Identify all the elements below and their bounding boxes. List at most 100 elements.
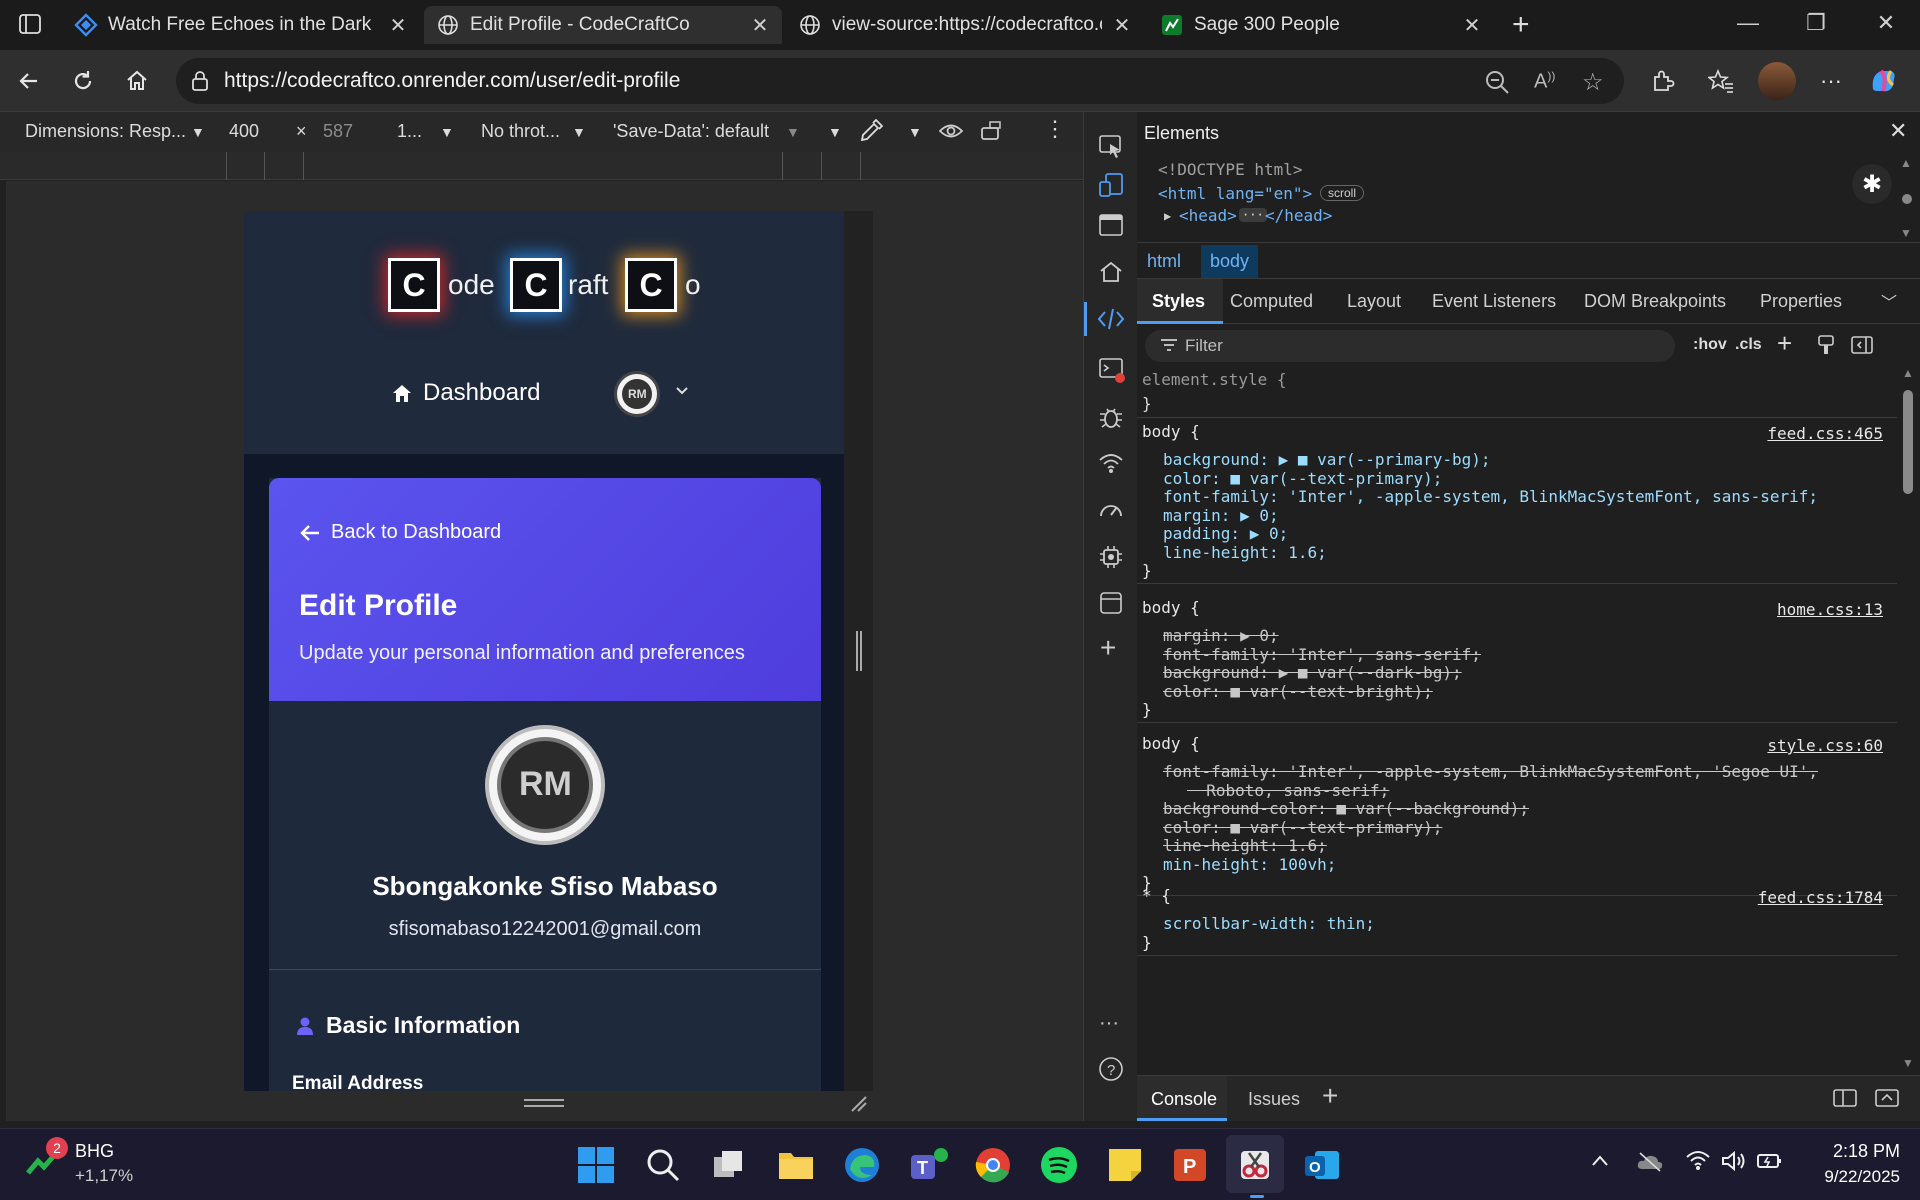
wifi-icon[interactable] bbox=[1685, 1149, 1711, 1171]
spotify-icon[interactable] bbox=[1039, 1145, 1079, 1185]
expand-drawer-icon[interactable] bbox=[1874, 1088, 1900, 1108]
favorites-icon[interactable] bbox=[1704, 64, 1738, 98]
accessibility-icon[interactable]: ✱ bbox=[1852, 164, 1892, 204]
dom-doctype[interactable]: <!DOCTYPE html> bbox=[1158, 160, 1303, 179]
close-icon[interactable]: ✕ bbox=[1889, 118, 1907, 144]
media-query-bar[interactable] bbox=[0, 152, 1083, 180]
css-property[interactable]: scrollbar-width: thin; bbox=[1163, 914, 1375, 933]
css-rule-selector[interactable]: body { bbox=[1142, 422, 1200, 441]
restore-icon[interactable]: ❐ bbox=[1796, 10, 1836, 36]
debug-bug-icon[interactable] bbox=[1098, 404, 1124, 430]
height-input[interactable]: 587 bbox=[323, 121, 353, 142]
task-view-icon[interactable] bbox=[710, 1147, 746, 1183]
css-property[interactable]: background-color: ■ var(--background); bbox=[1163, 799, 1529, 818]
breadcrumb-body[interactable]: body bbox=[1201, 245, 1259, 278]
breadcrumb-html[interactable]: html bbox=[1147, 251, 1181, 272]
tab-computed[interactable]: Computed bbox=[1230, 291, 1313, 312]
application-icon[interactable] bbox=[1098, 590, 1124, 616]
css-source-link[interactable]: home.css:13 bbox=[1777, 600, 1883, 619]
inspect-element-icon[interactable] bbox=[1098, 134, 1124, 160]
styles-scrollbar[interactable]: ▲ ▼ bbox=[1899, 366, 1917, 1075]
help-icon[interactable]: ? bbox=[1098, 1056, 1124, 1082]
new-tab-icon[interactable]: + bbox=[1512, 8, 1530, 42]
home-icon[interactable] bbox=[120, 64, 154, 98]
styles-filter-input[interactable]: Filter bbox=[1145, 330, 1675, 362]
throttle-select[interactable]: No throt... bbox=[481, 121, 560, 142]
window-close-icon[interactable]: ✕ bbox=[1866, 10, 1906, 36]
windows-start-icon[interactable] bbox=[576, 1145, 616, 1185]
element-style-rule[interactable]: element.style { bbox=[1142, 370, 1287, 389]
close-icon[interactable]: ✕ bbox=[388, 13, 408, 38]
add-drawer-tab-icon[interactable]: + bbox=[1322, 1080, 1338, 1112]
chevron-down-icon[interactable]: ▼ bbox=[572, 124, 586, 140]
css-property[interactable]: color: ■ var(--text-bright); bbox=[1163, 682, 1433, 701]
tab-properties[interactable]: Properties bbox=[1760, 291, 1842, 312]
rotate-icon[interactable] bbox=[980, 120, 1006, 142]
resize-handle-bottom[interactable] bbox=[524, 1099, 564, 1107]
css-property[interactable]: font-family: 'Inter', sans-serif; bbox=[1163, 645, 1481, 664]
stock-widget[interactable]: 2 bbox=[24, 1137, 68, 1183]
new-rule-icon[interactable]: + bbox=[1777, 328, 1792, 359]
css-property[interactable]: margin: ▶ 0; bbox=[1163, 626, 1279, 645]
onedrive-icon[interactable] bbox=[1636, 1151, 1664, 1173]
css-property[interactable]: color: ■ var(--text-primary); bbox=[1163, 818, 1442, 837]
tab-issues[interactable]: Issues bbox=[1248, 1089, 1300, 1110]
chevron-down-icon[interactable]: ﹀ bbox=[1881, 289, 1897, 313]
teams-icon[interactable]: T bbox=[907, 1145, 949, 1185]
css-property[interactable]: background: ▶ ■ var(--dark-bg); bbox=[1163, 663, 1462, 682]
tab-edit-profile[interactable]: Edit Profile - CodeCraftCo ✕ bbox=[424, 6, 782, 44]
back-to-dashboard-link[interactable]: Back to Dashboard bbox=[299, 521, 501, 544]
network-wifi-icon[interactable] bbox=[1098, 452, 1124, 474]
tab-styles[interactable]: Styles bbox=[1152, 291, 1205, 312]
more-tools-icon[interactable]: ··· bbox=[1099, 1012, 1119, 1035]
clock-date[interactable]: 9/22/2025 bbox=[1790, 1167, 1900, 1187]
sticky-notes-icon[interactable] bbox=[1105, 1145, 1145, 1185]
profile-picture[interactable]: RM bbox=[485, 725, 605, 845]
chevron-up-icon[interactable] bbox=[1590, 1153, 1610, 1169]
dom-head-node[interactable]: <head> bbox=[1179, 206, 1237, 225]
width-input[interactable]: 400 bbox=[229, 121, 259, 142]
lock-icon[interactable] bbox=[190, 70, 210, 92]
css-property[interactable]: background: ▶ ■ var(--primary-bg); bbox=[1163, 450, 1491, 469]
performance-gauge-icon[interactable] bbox=[1098, 498, 1124, 520]
scroll-badge[interactable]: scroll bbox=[1320, 185, 1365, 201]
dock-icon[interactable] bbox=[1098, 212, 1124, 238]
sidebar-toggle-icon[interactable] bbox=[18, 12, 42, 36]
kebab-menu-icon[interactable]: ⋮ bbox=[1044, 116, 1066, 142]
add-tool-icon[interactable]: + bbox=[1100, 632, 1116, 664]
css-property[interactable]: Roboto, sans-serif; bbox=[1187, 781, 1389, 800]
url-text[interactable]: https://codecraftco.onrender.com/user/ed… bbox=[224, 69, 680, 93]
tab-view-source[interactable]: view-source:https://codecraftco.o ✕ bbox=[786, 6, 1144, 44]
edge-icon[interactable] bbox=[842, 1145, 882, 1185]
copilot-icon[interactable] bbox=[1866, 64, 1900, 98]
back-icon[interactable] bbox=[12, 64, 46, 98]
expand-triangle-icon[interactable]: ▶ bbox=[1164, 209, 1171, 223]
paint-brush-icon[interactable] bbox=[1817, 334, 1835, 356]
welcome-home-icon[interactable] bbox=[1098, 259, 1124, 285]
battery-icon[interactable] bbox=[1756, 1149, 1784, 1173]
cls-toggle[interactable]: .cls bbox=[1735, 336, 1762, 354]
eye-icon[interactable] bbox=[938, 120, 964, 142]
reload-icon[interactable] bbox=[66, 64, 100, 98]
css-rule-selector[interactable]: body { bbox=[1142, 734, 1200, 753]
css-property[interactable]: font-family: 'Inter', -apple-system, Bli… bbox=[1163, 762, 1818, 781]
hov-toggle[interactable]: :hov bbox=[1693, 336, 1727, 354]
resize-handle-right[interactable] bbox=[856, 631, 862, 671]
chevron-down-icon[interactable] bbox=[675, 386, 689, 396]
chevron-down-icon[interactable]: ▼ bbox=[828, 124, 842, 140]
resize-corner-icon[interactable] bbox=[850, 1095, 868, 1113]
minimize-icon[interactable]: — bbox=[1728, 10, 1768, 36]
css-rule-selector[interactable]: body { bbox=[1142, 598, 1200, 617]
chevron-down-icon[interactable]: ▼ bbox=[191, 124, 205, 140]
close-icon[interactable]: ✕ bbox=[1112, 13, 1132, 38]
dpr-select[interactable]: 1... bbox=[397, 121, 422, 142]
close-icon[interactable]: ✕ bbox=[750, 13, 770, 38]
nav-dashboard-link[interactable]: Dashboard bbox=[391, 379, 540, 407]
css-property[interactable]: line-height: 1.6; bbox=[1163, 836, 1327, 855]
css-source-link[interactable]: feed.css:465 bbox=[1767, 424, 1883, 443]
color-picker-icon[interactable] bbox=[859, 119, 883, 143]
chevron-down-icon[interactable]: ▼ bbox=[908, 124, 922, 140]
tab-watch[interactable]: Watch Free Echoes in the Dark Fu ✕ bbox=[62, 6, 420, 44]
snipping-tool-icon[interactable] bbox=[1235, 1145, 1275, 1185]
search-icon[interactable] bbox=[645, 1147, 681, 1183]
